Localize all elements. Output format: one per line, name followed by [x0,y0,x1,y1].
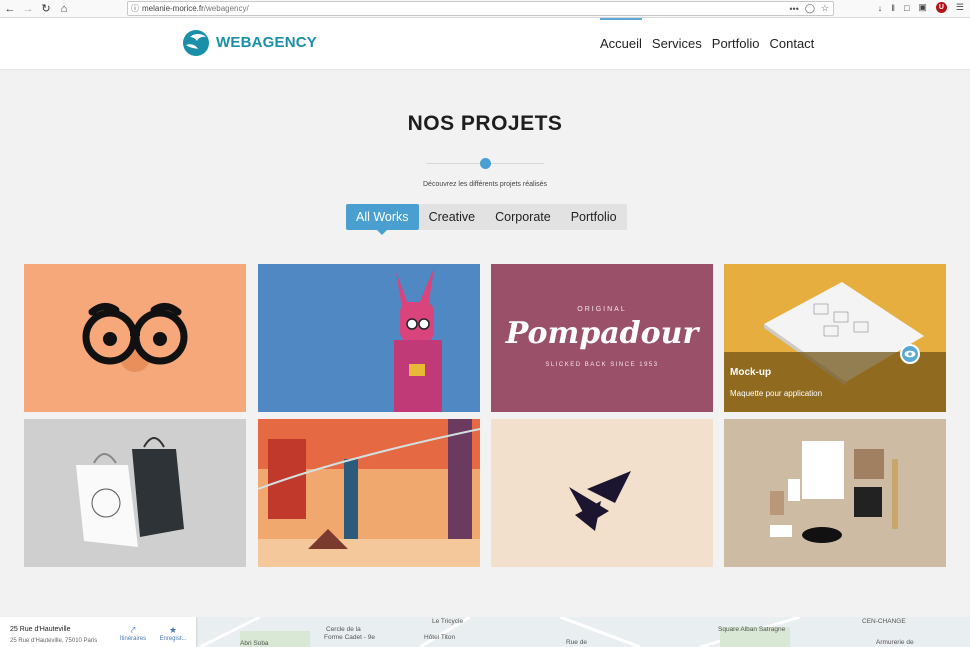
save-star-icon: ★ [168,625,178,635]
page-actions-icon[interactable]: ••• [789,4,798,14]
nav-services[interactable]: Services [652,18,702,70]
url-path: /webagency/ [203,4,249,13]
section-subtitle: Découvrez les différents projets réalisé… [423,181,547,188]
map-label: Rue de [566,639,587,646]
save-place-button[interactable]: ★ Enregist... [158,625,188,642]
project-tile-pompadour[interactable]: ORIGINAL Pompadour SLICKED BACK SINCE 19… [491,264,713,412]
project-tile-bags[interactable] [24,419,246,567]
map-label: CEN-CHANGE [862,618,906,625]
directions-icon: ⤤ [130,625,136,635]
nav-contact[interactable]: Contact [769,18,814,70]
forward-icon[interactable]: → [20,1,36,17]
map-label: Le Tricycle [432,618,464,625]
map-label: Hôtel Titon [424,634,456,641]
project-grid: ORIGINAL Pompadour SLICKED BACK SINCE 19… [24,264,946,569]
pink-rabbit-illustration [394,268,442,412]
browser-toolbar: ← → ↻ ⌂ ⓘ melanie-morice.fr/webagency/ •… [0,0,970,18]
sidebar-icon[interactable]: □ [904,3,909,13]
download-icon[interactable]: ↓ [878,3,883,13]
site-info-icon[interactable]: ⓘ [128,3,142,14]
project-tile-city[interactable] [258,419,480,567]
map-place-card: 25 Rue d'Hauteville 25 Rue d'Hauteville,… [0,617,196,647]
glasses-illustration [82,303,188,372]
filter-creative[interactable]: Creative [419,204,486,230]
project-tile-glasses[interactable] [24,264,246,412]
section-title: NOS PROJETS [407,112,563,135]
site-header: WEBAGENCY Accueil Services Portfolio Con… [0,18,970,70]
pompadour-tagline: SLICKED BACK SINCE 1953 [545,362,659,368]
logo[interactable]: WEBAGENCY [182,27,317,57]
address-bar[interactable]: ⓘ melanie-morice.fr/webagency/ ••• ◯ ☆ [127,1,834,16]
map-label: Cercle de la [326,626,361,633]
pompadour-small-text: ORIGINAL [577,306,627,313]
stationery-illustration [770,441,898,543]
project-tile-mockup[interactable]: Mock-up Maquette pour application [724,264,946,412]
overlay-title: Mock-up [730,367,772,378]
nav-accueil[interactable]: Accueil [600,18,642,70]
project-tile-stationery[interactable] [724,419,946,567]
screenshot-icon[interactable]: ▣ [918,2,927,13]
main-nav: Accueil Services Portfolio Contact [600,18,824,70]
bird-logo-icon [183,30,209,56]
pompadour-main-text: Pompadour [505,316,699,351]
map-address-full: 25 Rue d'Hauteville, 75010 Paris [10,638,98,644]
project-tile-bird-logo[interactable] [491,419,713,567]
pocket-icon[interactable]: ◯ [805,3,815,14]
url-host: melanie-morice.fr [142,4,204,13]
home-icon[interactable]: ⌂ [56,1,72,17]
ublock-icon[interactable]: U [935,2,947,13]
filter-corporate[interactable]: Corporate [485,204,561,230]
city-illustration [258,419,480,567]
reload-icon[interactable]: ↻ [38,1,54,17]
bird-logo-illustration [569,471,631,531]
nav-portfolio[interactable]: Portfolio [712,18,760,70]
library-icon[interactable]: ‖ [891,3,895,13]
map-address-title: 25 Rue d'Hauteville [10,626,71,633]
map-label: Square Alban Satragne [718,626,786,633]
logo-text: WEBAGENCY [216,33,317,51]
shopping-bags-illustration [76,437,184,547]
project-tile-rabbit[interactable] [258,264,480,412]
title-divider [426,158,544,170]
menu-icon[interactable]: ☰ [956,2,964,13]
map-label: Abri Soba [240,640,269,647]
map-label: Armurerie de [876,639,914,646]
location-map[interactable]: 25 Rue d'Hauteville 25 Rue d'Hauteville,… [0,617,970,647]
back-icon[interactable]: ← [2,1,18,17]
overlay-subtitle: Maquette pour application [730,389,823,398]
eye-icon[interactable] [900,344,920,364]
filter-all-works[interactable]: All Works [346,204,419,235]
map-label: Forme Cadet - 9e [324,634,375,641]
bookmark-star-icon[interactable]: ☆ [821,3,829,14]
directions-button[interactable]: ⤤ Itinéraires [118,625,148,642]
filter-portfolio[interactable]: Portfolio [561,204,627,230]
portfolio-filters: All Works Creative Corporate Portfolio [346,204,627,235]
